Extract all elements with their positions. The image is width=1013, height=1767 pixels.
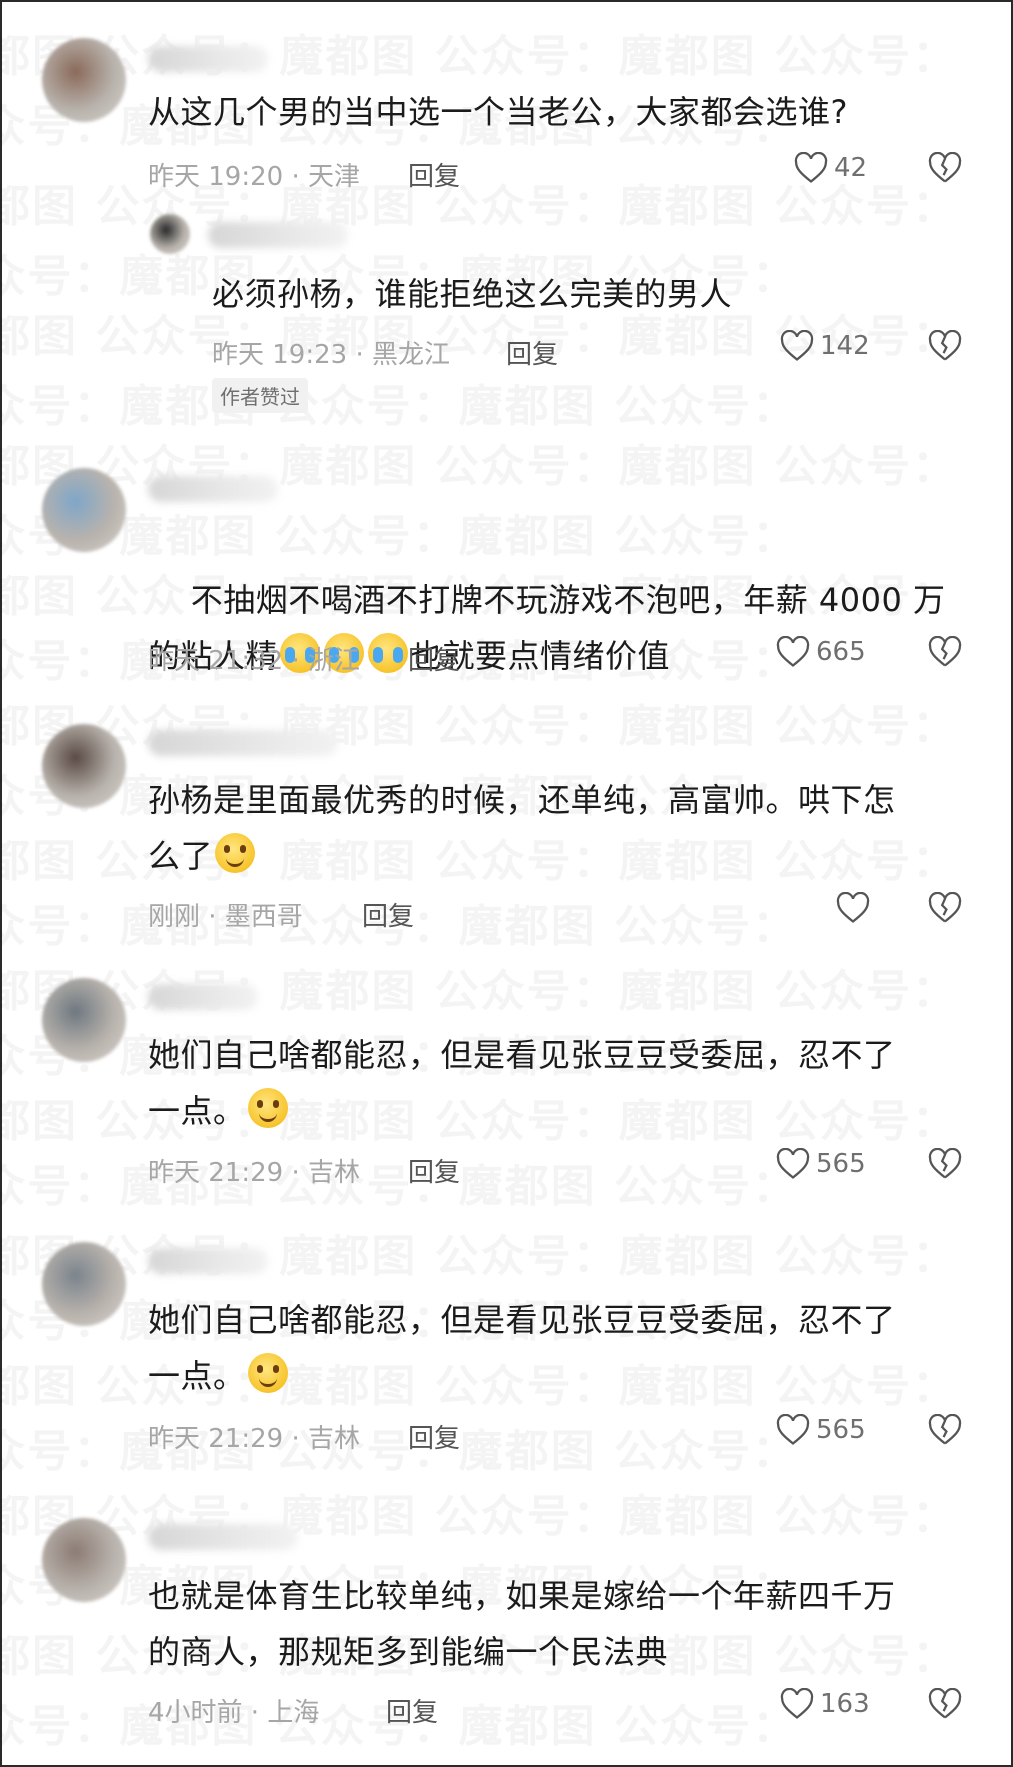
reply-button[interactable]: 回复: [408, 640, 460, 677]
heart-icon: [776, 636, 810, 668]
comment-text: 必须孙杨，谁能拒绝这么完美的男人: [212, 275, 733, 313]
comment-time-location: 昨天 19:20 · 天津: [148, 162, 360, 192]
comment-text: 她们自己啥都能忍，但是看见张豆豆受委屈，忍不了 一点。: [148, 1292, 896, 1404]
broken-heart-icon: [928, 1414, 962, 1446]
dislike-button[interactable]: [928, 330, 962, 362]
avatar[interactable]: [42, 724, 126, 808]
smiling-emoji-icon: [247, 1088, 288, 1128]
username-blurred[interactable]: [148, 1248, 268, 1274]
heart-icon: [776, 1414, 810, 1446]
like-button[interactable]: 665: [776, 636, 866, 668]
comment-time-location: 昨天 21:29 · 吉林: [148, 1158, 360, 1188]
comment-text-main: 孙杨是里面最优秀的时候，还单纯，高富帅。哄下怎 么了: [148, 781, 896, 875]
comment-text: 孙杨是里面最优秀的时候，还单纯，高富帅。哄下怎 么了: [148, 772, 896, 884]
reply-button[interactable]: 回复: [408, 1152, 460, 1189]
comment-time-location: 昨天 21:29 · 吉林: [148, 1424, 360, 1454]
smiling-emoji-icon: [215, 833, 256, 873]
like-count: 163: [820, 1689, 870, 1719]
like-count: 565: [816, 1415, 866, 1445]
broken-heart-icon: [928, 1148, 962, 1180]
comment-time-location: 昨天 19:23 · 黑龙江: [212, 340, 450, 370]
avatar[interactable]: [42, 1242, 126, 1326]
like-button[interactable]: [836, 892, 876, 924]
reply-button[interactable]: 回复: [506, 334, 558, 371]
comment-text: 从这几个男的当中选一个当老公，大家都会选谁?: [148, 93, 848, 131]
username-blurred[interactable]: [148, 1524, 298, 1550]
like-count: 565: [816, 1149, 866, 1179]
heart-icon: [794, 152, 828, 184]
dislike-button[interactable]: [928, 892, 962, 924]
like-button[interactable]: 565: [776, 1414, 866, 1446]
comment-time-location: 刚刚 · 墨西哥: [148, 902, 303, 932]
dislike-button[interactable]: [928, 1148, 962, 1180]
broken-heart-icon: [928, 330, 962, 362]
comment-text: 她们自己啥都能忍，但是看见张豆豆受委屈，忍不了 一点。: [148, 1027, 896, 1139]
dislike-button[interactable]: [928, 1414, 962, 1446]
comment-text: 也就是体育生比较单纯，如果是嫁给一个年薪四千万 的商人，那规矩多到能编一个民法典: [148, 1577, 896, 1671]
like-count: 142: [820, 331, 870, 361]
like-button[interactable]: 565: [776, 1148, 866, 1180]
heart-icon: [780, 1688, 814, 1720]
reply-button[interactable]: 回复: [408, 156, 460, 193]
author-liked-badge: 作者赞过: [212, 378, 308, 413]
dislike-button[interactable]: [928, 152, 962, 184]
comment-time-location: 4小时前 · 上海: [148, 1698, 320, 1728]
reply-button[interactable]: 回复: [408, 1418, 460, 1455]
comment-text: 不抽烟不喝酒不打牌不玩游戏不泡吧，年薪 4000 万 的粘人精 也就要点情绪价值: [148, 516, 945, 740]
dislike-button[interactable]: [928, 1688, 962, 1720]
username-blurred[interactable]: [148, 476, 278, 502]
like-count: 665: [816, 637, 866, 667]
heart-icon: [780, 330, 814, 362]
broken-heart-icon: [928, 892, 962, 924]
broken-heart-icon: [928, 152, 962, 184]
reply-button[interactable]: 回复: [386, 1692, 438, 1729]
avatar[interactable]: [150, 214, 190, 254]
broken-heart-icon: [928, 636, 962, 668]
like-button[interactable]: 42: [794, 152, 867, 184]
like-button[interactable]: 163: [780, 1688, 870, 1720]
reply-button[interactable]: 回复: [362, 896, 414, 933]
dislike-button[interactable]: [928, 636, 962, 668]
like-count: 42: [834, 153, 868, 183]
username-blurred[interactable]: [148, 984, 258, 1010]
avatar[interactable]: [42, 1518, 126, 1602]
avatar[interactable]: [42, 38, 126, 122]
broken-heart-icon: [928, 1688, 962, 1720]
avatar[interactable]: [42, 978, 126, 1062]
crying-laughing-emoji-icon: [368, 633, 409, 673]
avatar[interactable]: [42, 468, 126, 552]
username-blurred[interactable]: [208, 222, 348, 248]
username-blurred[interactable]: [148, 730, 338, 756]
heart-icon: [836, 892, 870, 924]
username-blurred[interactable]: [148, 46, 268, 72]
comment-time-location: 昨天 21:32 · 浙江: [148, 646, 360, 676]
heart-icon: [776, 1148, 810, 1180]
smiling-emoji-icon: [247, 1353, 288, 1393]
like-button[interactable]: 142: [780, 330, 870, 362]
